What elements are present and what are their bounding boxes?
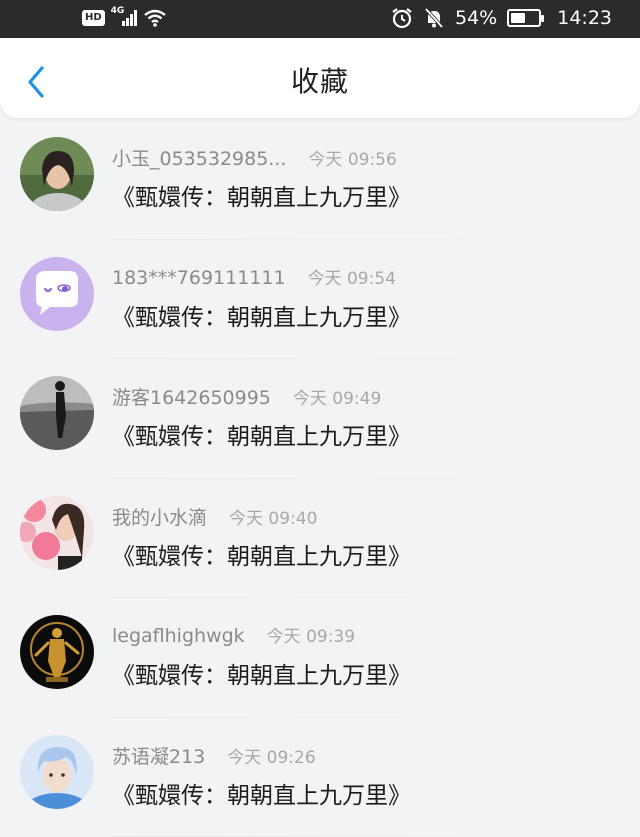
battery-percent: 54%: [455, 7, 497, 29]
avatar[interactable]: [20, 496, 94, 570]
list-item[interactable]: 小玉_053532985... 今天 09:56 《甄嬛传：朝朝直上九万里》: [0, 120, 640, 240]
grayscale-person-avatar-icon: [20, 376, 94, 450]
item-meta: 游客1642650995 今天 09:49: [112, 383, 381, 410]
item-title[interactable]: 《甄嬛传：朝朝直上九万里》: [112, 776, 411, 810]
mute-bell-icon: [423, 7, 445, 29]
battery-icon: [507, 9, 541, 27]
pink-balloons-avatar-icon: [20, 496, 94, 570]
username: 183***769111111: [112, 267, 286, 289]
avatar[interactable]: [20, 137, 94, 211]
status-bar: HD 4G: [0, 0, 640, 38]
timestamp: 今天 09:26: [227, 743, 315, 768]
username: 我的小水滴: [112, 503, 207, 530]
wifi-icon: [143, 8, 167, 28]
list-item[interactable]: 苏语凝213 今天 09:26 《甄嬛传：朝朝直上九万里》: [0, 718, 640, 837]
timestamp: 今天 09:54: [308, 264, 396, 289]
avatar[interactable]: [20, 257, 94, 331]
item-meta: 183***769111111 今天 09:54: [112, 264, 396, 289]
nav-header: 收藏: [0, 38, 640, 118]
item-meta: 苏语凝213 今天 09:26: [112, 742, 316, 769]
item-title[interactable]: 《甄嬛传：朝朝直上九万里》: [112, 417, 411, 451]
status-right: 54% 14:23: [391, 2, 612, 34]
blue-hair-avatar-icon: [20, 735, 94, 809]
item-meta: 我的小水滴 今天 09:40: [112, 503, 317, 530]
alarm-icon: [391, 7, 413, 29]
page-title: 收藏: [0, 60, 640, 100]
hd-icon: HD: [82, 10, 105, 26]
list-item[interactable]: 183***769111111 今天 09:54 《甄嬛传：朝朝直上九万里》: [0, 240, 640, 360]
avatar[interactable]: [20, 615, 94, 689]
username: 苏语凝213: [112, 742, 205, 769]
item-title[interactable]: 《甄嬛传：朝朝直上九万里》: [112, 656, 411, 690]
list-item[interactable]: legaflhighwgk 今天 09:39 《甄嬛传：朝朝直上九万里》: [0, 598, 640, 718]
username: 小玉_053532985...: [112, 144, 286, 171]
avatar[interactable]: [20, 376, 94, 450]
golden-statue-avatar-icon: [20, 615, 94, 689]
item-meta: 小玉_053532985... 今天 09:56: [112, 144, 397, 171]
clock: 14:23: [557, 7, 612, 29]
battery-fill: [511, 13, 525, 23]
list-item[interactable]: 游客1642650995 今天 09:49 《甄嬛传：朝朝直上九万里》: [0, 359, 640, 479]
item-title[interactable]: 《甄嬛传：朝朝直上九万里》: [112, 178, 411, 212]
avatar[interactable]: [20, 735, 94, 809]
username: 游客1642650995: [112, 383, 271, 410]
item-meta: legaflhighwgk 今天 09:39: [112, 622, 355, 647]
item-title[interactable]: 《甄嬛传：朝朝直上九万里》: [112, 298, 411, 332]
item-title[interactable]: 《甄嬛传：朝朝直上九万里》: [112, 537, 411, 571]
favorites-list: 小玉_053532985... 今天 09:56 《甄嬛传：朝朝直上九万里》 1…: [0, 120, 640, 837]
timestamp: 今天 09:39: [267, 622, 355, 647]
signal-icon: 4G: [111, 8, 137, 28]
username: legaflhighwgk: [112, 625, 245, 647]
status-left: HD 4G: [82, 8, 167, 28]
timestamp: 今天 09:56: [308, 145, 396, 170]
list-item[interactable]: 我的小水滴 今天 09:40 《甄嬛传：朝朝直上九万里》: [0, 479, 640, 599]
timestamp: 今天 09:49: [293, 384, 381, 409]
purple-chat-bubble-avatar-icon: [20, 257, 94, 331]
photo-woman-avatar-icon: [20, 137, 94, 211]
timestamp: 今天 09:40: [229, 504, 317, 529]
